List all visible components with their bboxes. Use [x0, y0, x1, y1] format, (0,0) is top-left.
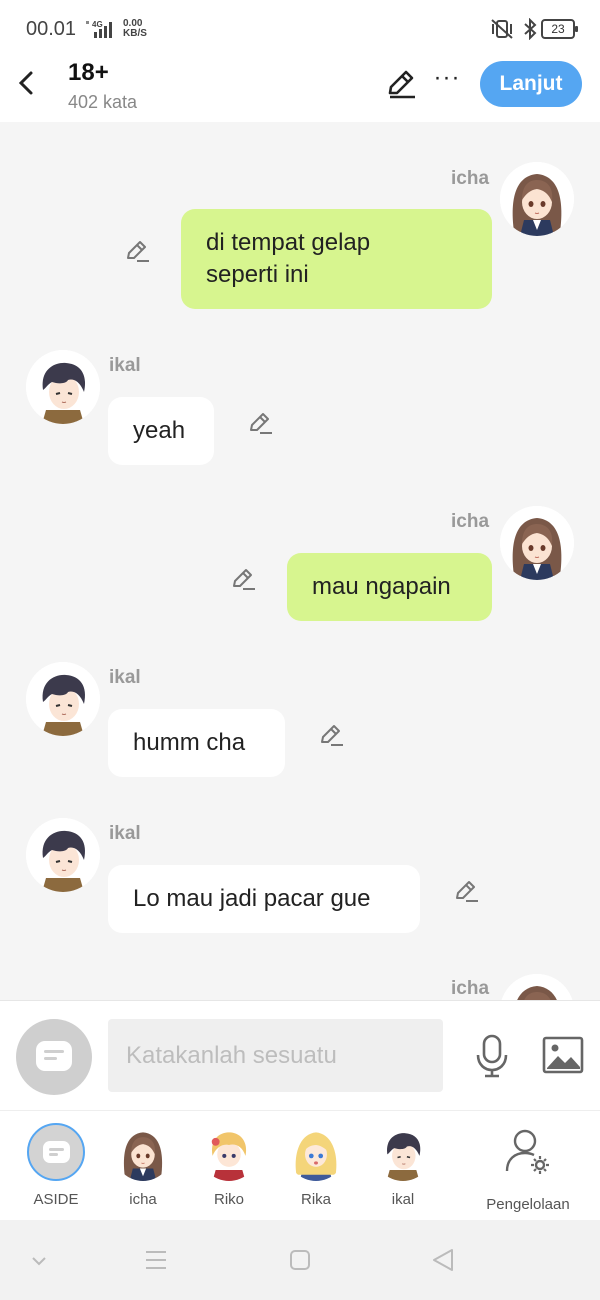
character-label: icha	[129, 1191, 157, 1208]
aside-toggle-button[interactable]	[16, 1019, 92, 1095]
next-button[interactable]: Lanjut	[480, 61, 582, 107]
message-bubble[interactable]: di tempat gelap seperti ini	[181, 209, 492, 309]
character-label: Riko	[213, 1191, 244, 1208]
microphone-icon[interactable]	[473, 1033, 511, 1079]
chevron-left-icon[interactable]	[12, 66, 42, 100]
edit-message-icon[interactable]	[247, 410, 273, 436]
character-label: ikal	[391, 1191, 415, 1208]
message-input[interactable]	[108, 1019, 443, 1092]
character-aside[interactable]: ASIDE	[16, 1123, 96, 1208]
network-type: 4G	[92, 20, 103, 29]
vibrate-mute-icon	[491, 19, 513, 39]
avatar-icha[interactable]	[500, 162, 574, 236]
status-time: 00.01	[26, 18, 77, 40]
home-icon[interactable]	[285, 1245, 315, 1275]
aside-icon	[27, 1123, 85, 1181]
pencil-icon[interactable]	[385, 68, 419, 100]
character-label: Rika	[300, 1191, 331, 1208]
battery-icon: 23	[541, 19, 578, 39]
avatar-icha[interactable]	[500, 506, 574, 580]
signal-icon: 4G	[86, 20, 112, 38]
edit-message-icon[interactable]	[124, 238, 150, 264]
sender-name: ikal	[109, 355, 141, 376]
sender-name: icha	[451, 168, 490, 189]
chat-area[interactable]: icha di tempat gelap seperti ini ikal ye…	[0, 122, 600, 1000]
menu-icon[interactable]	[141, 1245, 171, 1275]
avatar-ikal[interactable]	[26, 818, 100, 892]
message-composer	[0, 1000, 600, 1110]
avatar-ikal[interactable]	[26, 662, 100, 736]
system-nav-bar	[0, 1220, 600, 1300]
character-riko[interactable]: Riko	[189, 1123, 269, 1208]
character-rika[interactable]: Rika	[276, 1123, 356, 1208]
top-bar: 18+ 402 kata ··· Lanjut	[0, 56, 600, 122]
avatar-riko	[200, 1123, 258, 1181]
sender-name: icha	[451, 511, 490, 532]
character-ikal[interactable]: ikal	[363, 1123, 443, 1208]
avatar-rika	[287, 1123, 345, 1181]
user-settings-icon	[505, 1129, 549, 1174]
character-icha[interactable]: icha	[103, 1123, 183, 1208]
edit-message-icon[interactable]	[453, 878, 479, 904]
character-label: Pengelolaan	[486, 1196, 570, 1213]
message-bubble[interactable]: mau ngapain	[287, 553, 492, 621]
sender-name: icha	[451, 978, 490, 999]
speed-unit: KB/S	[123, 28, 147, 39]
edit-message-icon[interactable]	[230, 566, 256, 592]
word-count: 402 kata	[68, 92, 138, 112]
edit-message-icon[interactable]	[318, 722, 344, 748]
back-icon[interactable]	[428, 1245, 458, 1275]
bluetooth-icon	[524, 18, 537, 40]
message-text-line: seperti ini	[206, 261, 309, 288]
network-speed: 0.00 KB/S	[123, 19, 147, 39]
story-title: 18+	[68, 59, 109, 86]
more-icon[interactable]: ···	[432, 66, 462, 98]
aside-icon	[36, 1041, 72, 1071]
message-text-line: di tempat gelap	[206, 229, 371, 256]
avatar-ikal	[374, 1123, 432, 1181]
sender-name: ikal	[109, 667, 141, 688]
avatar-ikal[interactable]	[26, 350, 100, 424]
status-bar: 00.01 4G 0.00 KB/S 23	[0, 0, 600, 56]
image-icon[interactable]	[542, 1036, 584, 1074]
character-label: ASIDE	[33, 1191, 79, 1208]
message-bubble[interactable]: Lo mau jadi pacar gue	[108, 865, 420, 933]
manage-characters-button[interactable]: Pengelolaan	[478, 1123, 578, 1213]
avatar-icha[interactable]	[500, 974, 574, 1000]
chevron-down-icon[interactable]	[24, 1245, 54, 1275]
character-bar: ASIDE icha Riko Rika ikal Pengelolaan	[0, 1110, 600, 1220]
sender-name: ikal	[109, 823, 141, 844]
avatar-icha	[114, 1123, 172, 1181]
message-bubble[interactable]: yeah	[108, 397, 214, 465]
message-bubble[interactable]: humm cha	[108, 709, 285, 777]
